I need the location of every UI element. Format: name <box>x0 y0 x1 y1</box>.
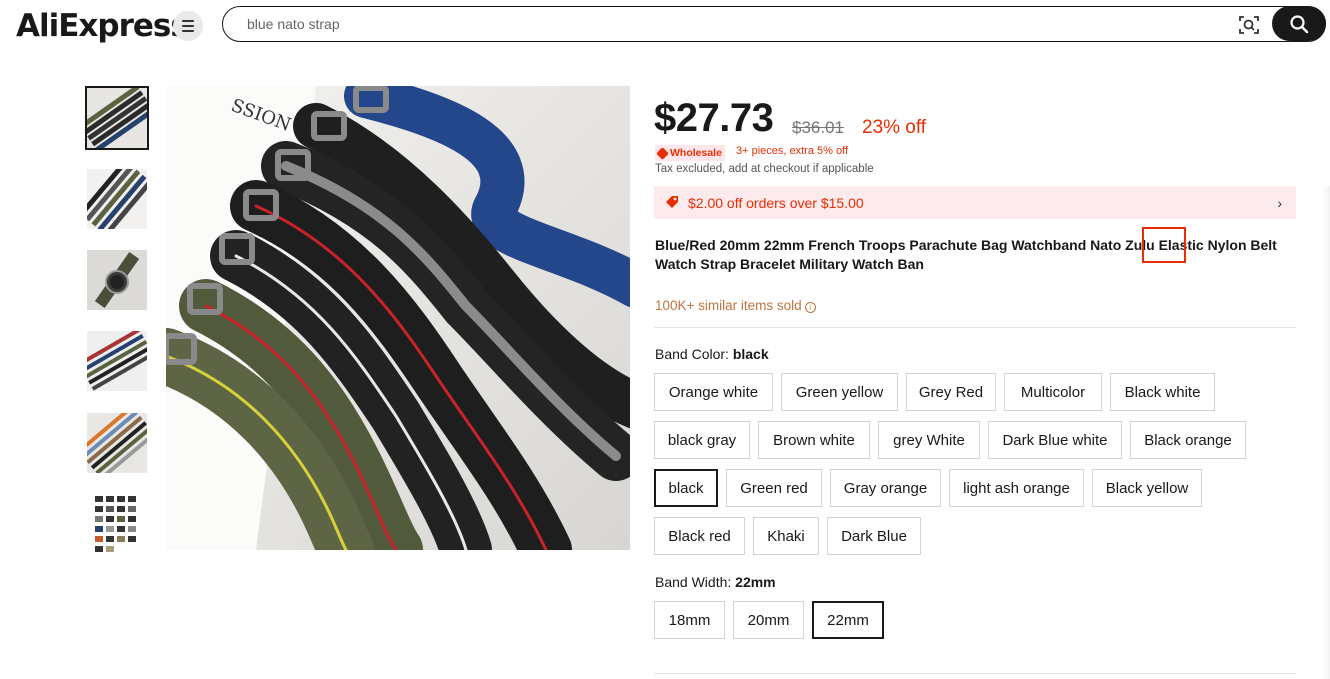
color-option[interactable]: grey White <box>878 421 980 459</box>
band-color-value: black <box>732 346 769 362</box>
tax-note: Tax excluded, add at checkout if applica… <box>655 163 874 175</box>
image-search-icon[interactable] <box>1237 13 1261 37</box>
color-option[interactable]: Black white <box>1110 373 1215 411</box>
thumbnail-3[interactable] <box>87 250 151 314</box>
aliexpress-logo[interactable]: AliExpress <box>16 8 189 44</box>
color-option[interactable]: Dark Blue <box>827 517 921 555</box>
product-title: Blue/Red 20mm 22mm French Troops Parachu… <box>655 237 1277 272</box>
divider <box>654 673 1296 674</box>
search-button[interactable] <box>1272 6 1326 41</box>
coupon-tag-icon <box>666 196 678 208</box>
width-option[interactable]: 18mm <box>654 601 725 639</box>
coupon-banner[interactable]: $2.00 off orders over $15.00 › <box>654 186 1296 219</box>
color-option[interactable]: Green yellow <box>781 373 898 411</box>
thumbnail-2[interactable] <box>87 169 151 233</box>
color-option[interactable]: black gray <box>654 421 750 459</box>
color-option[interactable]: Green red <box>726 469 822 507</box>
original-price: $36.01 <box>792 118 844 137</box>
color-option[interactable]: Gray orange <box>830 469 941 507</box>
color-option[interactable]: Black yellow <box>1092 469 1202 507</box>
thumbnail-1[interactable] <box>85 86 149 150</box>
thumbnail-5[interactable] <box>87 413 151 477</box>
band-color-label-text: Band Color: <box>655 346 733 362</box>
color-option-selected[interactable]: black <box>654 469 718 507</box>
wholesale-badge: Wholesale <box>655 145 725 161</box>
color-option[interactable]: Black red <box>654 517 745 555</box>
band-color-label: Band Color: black <box>655 346 769 362</box>
info-icon[interactable]: i <box>804 302 816 313</box>
width-option[interactable]: 20mm <box>733 601 804 639</box>
color-option[interactable]: light ash orange <box>949 469 1084 507</box>
band-width-label-text: Band Width: <box>655 574 736 590</box>
sold-count: 100K+ similar items sold i <box>655 298 816 313</box>
color-option[interactable]: Orange white <box>654 373 773 411</box>
menu-icon-line <box>182 25 194 27</box>
menu-button[interactable] <box>173 11 203 41</box>
color-option[interactable]: Brown white <box>758 421 870 459</box>
sold-count-text: 100K+ similar items sold <box>655 298 802 313</box>
coupon-text: $2.00 off orders over $15.00 <box>688 195 864 211</box>
current-price: $27.73 <box>654 96 774 140</box>
thumbnail-6[interactable] <box>87 494 151 558</box>
wholesale-badge-label: Wholesale <box>670 147 722 159</box>
color-option[interactable]: Grey Red <box>906 373 996 411</box>
color-option[interactable]: Black orange <box>1130 421 1246 459</box>
divider <box>654 327 1296 328</box>
color-option[interactable]: Khaki <box>753 517 819 555</box>
search-input[interactable] <box>247 14 1147 34</box>
thumbnail-4[interactable] <box>87 331 151 395</box>
header: AliExpress <box>0 0 1330 52</box>
search-icon <box>1290 15 1309 34</box>
band-width-label: Band Width: 22mm <box>655 574 776 590</box>
color-option[interactable]: Dark Blue white <box>988 421 1122 459</box>
chevron-right-icon: › <box>1277 195 1282 211</box>
main-product-image[interactable]: SSION <box>166 86 630 550</box>
width-option-selected[interactable]: 22mm <box>812 601 884 639</box>
search-bar <box>222 6 1326 42</box>
tag-icon <box>656 146 669 160</box>
color-option[interactable]: Multicolor <box>1004 373 1102 411</box>
band-width-value: 22mm <box>735 574 776 590</box>
discount-label: 23% off <box>862 117 927 138</box>
wholesale-note: 3+ pieces, extra 5% off <box>736 145 849 157</box>
side-panel-edge <box>1322 186 1330 679</box>
menu-icon-line <box>182 30 194 32</box>
menu-icon-line <box>182 20 194 22</box>
